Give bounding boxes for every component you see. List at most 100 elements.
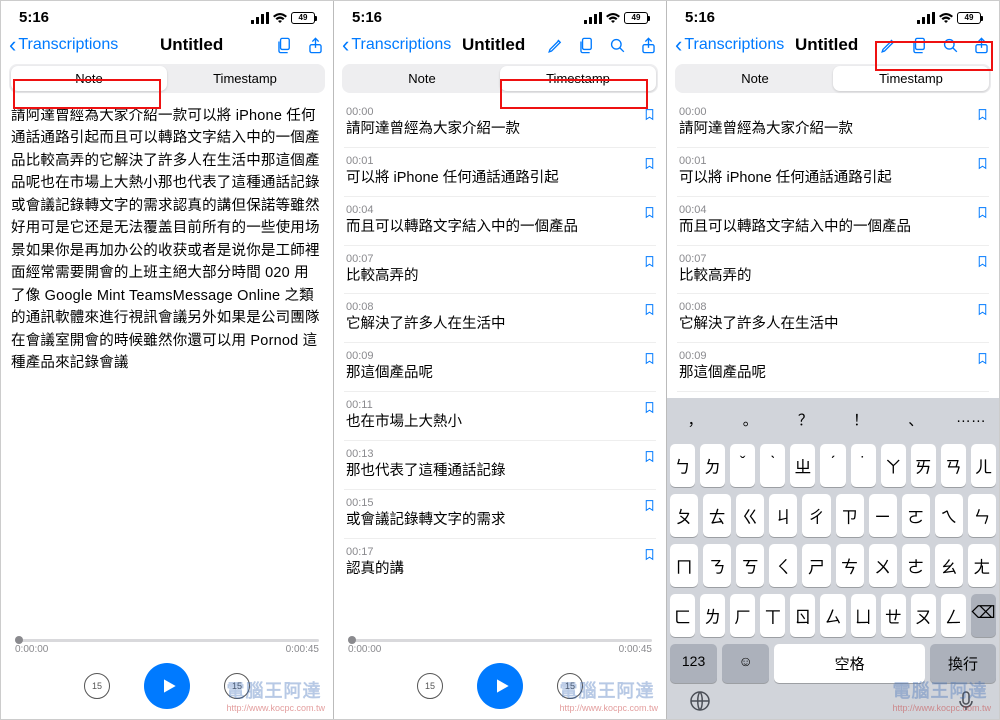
timestamp-item[interactable]: 00:00請阿達曾經為大家介紹一款 bbox=[344, 99, 656, 147]
key[interactable]: ㄧ bbox=[869, 494, 897, 537]
key[interactable]: ㄈ bbox=[670, 594, 695, 637]
timestamp-item[interactable]: 00:04而且可以轉路文字結入中的一個產品 bbox=[344, 196, 656, 245]
tab-note[interactable]: Note bbox=[677, 66, 833, 91]
key[interactable]: ㄊ bbox=[703, 494, 731, 537]
key-return[interactable]: 換行 bbox=[930, 644, 996, 683]
edit-icon[interactable] bbox=[879, 36, 898, 55]
key[interactable]: …… bbox=[946, 402, 996, 437]
key[interactable]: ㄍ bbox=[736, 494, 764, 537]
key[interactable]: ㄎ bbox=[736, 544, 764, 587]
bookmark-icon[interactable] bbox=[643, 351, 656, 366]
key[interactable]: ㄢ bbox=[941, 444, 966, 487]
key-space[interactable]: 空格 bbox=[774, 644, 925, 683]
timestamp-item[interactable]: 00:01可以將 iPhone 任何通話通路引起 bbox=[344, 147, 656, 196]
key[interactable]: ˇ bbox=[730, 444, 755, 487]
key[interactable]: ㄥ bbox=[941, 594, 966, 637]
timestamp-item[interactable]: 00:15或會議記錄轉文字的需求 bbox=[344, 489, 656, 538]
bookmark-icon[interactable] bbox=[643, 107, 656, 122]
key[interactable]: 。 bbox=[725, 402, 775, 437]
rewind-15-button[interactable]: 15 bbox=[84, 673, 110, 699]
key[interactable]: ˊ bbox=[820, 444, 845, 487]
tab-segmented-control[interactable]: Note Timestamp bbox=[342, 64, 658, 93]
bookmark-icon[interactable] bbox=[643, 547, 656, 562]
key[interactable]: ㄓ bbox=[790, 444, 815, 487]
bookmark-icon[interactable] bbox=[643, 400, 656, 415]
tab-segmented-control[interactable]: Note Timestamp bbox=[9, 64, 325, 93]
key[interactable]: ！ bbox=[836, 402, 886, 437]
timestamp-item[interactable]: 00:11也在市場上大熱小 bbox=[677, 391, 989, 398]
key[interactable]: ㄑ bbox=[769, 544, 797, 587]
timestamp-item[interactable]: 00:08它解決了許多人在生活中 bbox=[344, 293, 656, 342]
bookmark-icon[interactable] bbox=[976, 302, 989, 317]
timestamp-item[interactable]: 00:11也在市場上大熱小 bbox=[344, 391, 656, 440]
key[interactable]: ㄗ bbox=[836, 494, 864, 537]
bookmark-icon[interactable] bbox=[643, 302, 656, 317]
progress-knob[interactable] bbox=[348, 636, 356, 644]
bookmark-icon[interactable] bbox=[643, 205, 656, 220]
key[interactable]: ？ bbox=[780, 402, 830, 437]
play-button[interactable] bbox=[477, 663, 523, 709]
timestamp-item[interactable]: 00:09那這個產品呢 bbox=[677, 342, 989, 391]
progress-knob[interactable] bbox=[15, 636, 23, 644]
key[interactable]: ㄇ bbox=[670, 544, 698, 587]
key[interactable]: ㄟ bbox=[935, 494, 963, 537]
key[interactable]: ㄔ bbox=[802, 494, 830, 537]
share-icon[interactable] bbox=[306, 36, 325, 55]
search-icon[interactable] bbox=[608, 36, 627, 55]
copy-icon[interactable] bbox=[275, 36, 294, 55]
tab-segmented-control[interactable]: Note Timestamp bbox=[675, 64, 991, 93]
key[interactable]: 、 bbox=[891, 402, 941, 437]
key[interactable]: ㄦ bbox=[971, 444, 996, 487]
forward-15-button[interactable]: 15 bbox=[224, 673, 250, 699]
tab-note[interactable]: Note bbox=[11, 66, 167, 91]
progress-track[interactable] bbox=[15, 639, 319, 642]
bookmark-icon[interactable] bbox=[643, 449, 656, 464]
timestamp-item[interactable]: 00:00請阿達曾經為大家介紹一款 bbox=[677, 99, 989, 147]
key[interactable]: ㄛ bbox=[902, 494, 930, 537]
key[interactable]: ㄅ bbox=[670, 444, 695, 487]
key[interactable]: ㄘ bbox=[836, 544, 864, 587]
back-button[interactable]: ‹ Transcriptions bbox=[675, 34, 784, 56]
key-123[interactable]: 123 bbox=[670, 644, 717, 683]
search-icon[interactable] bbox=[941, 36, 960, 55]
play-button[interactable] bbox=[144, 663, 190, 709]
timestamp-item[interactable]: 00:07比較高弄的 bbox=[344, 245, 656, 294]
key[interactable]: ㄩ bbox=[851, 594, 876, 637]
key[interactable]: ㄤ bbox=[968, 544, 996, 587]
tab-timestamp[interactable]: Timestamp bbox=[833, 66, 989, 91]
key-emoji[interactable]: ☺ bbox=[722, 644, 769, 683]
key[interactable]: ㄉ bbox=[700, 444, 725, 487]
key[interactable]: ㄝ bbox=[881, 594, 906, 637]
timestamp-item[interactable]: 00:07比較高弄的 bbox=[677, 245, 989, 294]
key[interactable]: ㄖ bbox=[790, 594, 815, 637]
note-body[interactable]: 請阿達曾經為大家介紹一款可以將 iPhone 任何通話通路引起而且可以轉路文字結… bbox=[1, 99, 333, 381]
bookmark-icon[interactable] bbox=[976, 254, 989, 269]
timestamp-item[interactable]: 00:17認真的講 bbox=[344, 538, 656, 587]
key[interactable]: ㄡ bbox=[911, 594, 936, 637]
progress-track[interactable] bbox=[348, 639, 652, 642]
tab-timestamp[interactable]: Timestamp bbox=[167, 66, 323, 91]
forward-15-button[interactable]: 15 bbox=[557, 673, 583, 699]
key[interactable]: ㄨ bbox=[869, 544, 897, 587]
bookmark-icon[interactable] bbox=[976, 107, 989, 122]
back-button[interactable]: ‹ Transcriptions bbox=[342, 34, 451, 56]
key[interactable]: ㄙ bbox=[820, 594, 845, 637]
timestamp-item[interactable]: 00:01可以將 iPhone 任何通話通路引起 bbox=[677, 147, 989, 196]
key[interactable]: ㄣ bbox=[968, 494, 996, 537]
key[interactable]: ㄆ bbox=[670, 494, 698, 537]
key[interactable]: ㄚ bbox=[881, 444, 906, 487]
key[interactable]: ㄒ bbox=[760, 594, 785, 637]
key[interactable]: ˋ bbox=[760, 444, 785, 487]
key[interactable]: ㄠ bbox=[935, 544, 963, 587]
rewind-15-button[interactable]: 15 bbox=[417, 673, 443, 699]
globe-icon[interactable] bbox=[688, 689, 712, 713]
copy-icon[interactable] bbox=[577, 36, 596, 55]
bookmark-icon[interactable] bbox=[976, 156, 989, 171]
share-icon[interactable] bbox=[639, 36, 658, 55]
timestamp-item[interactable]: 00:13那也代表了這種通話記錄 bbox=[344, 440, 656, 489]
key[interactable]: ㄐ bbox=[769, 494, 797, 537]
key[interactable]: ㄏ bbox=[730, 594, 755, 637]
bookmark-icon[interactable] bbox=[643, 254, 656, 269]
key[interactable]: ˙ bbox=[851, 444, 876, 487]
key[interactable]: ， bbox=[670, 402, 720, 437]
